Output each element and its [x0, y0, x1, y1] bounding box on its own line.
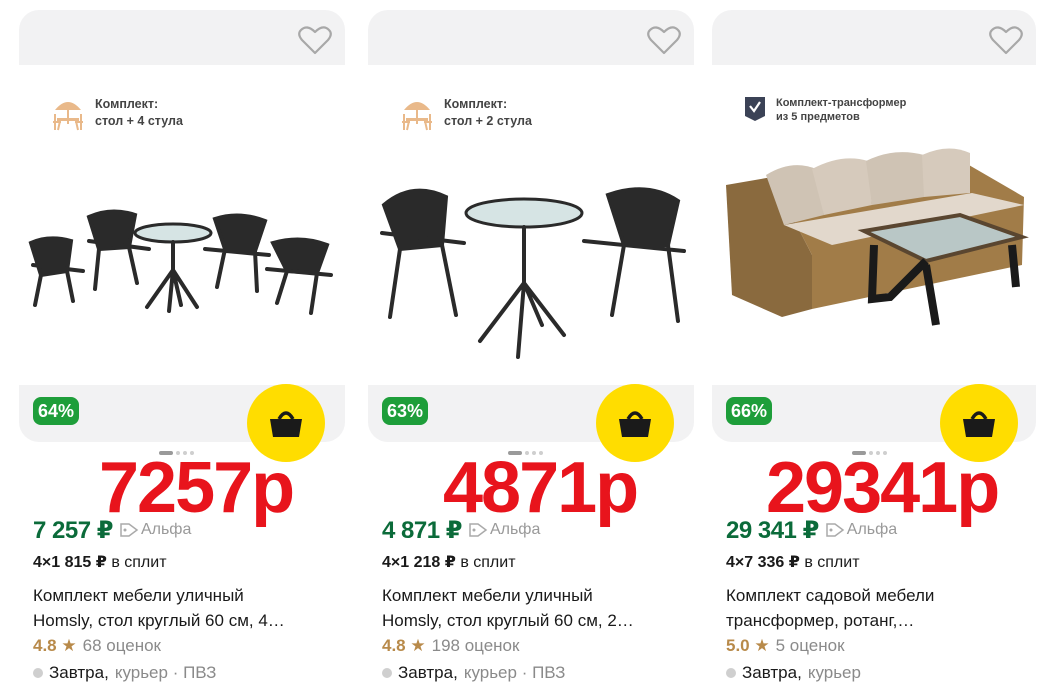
discount-badge: 66%: [726, 397, 773, 425]
product-title[interactable]: Комплект мебели уличный Homsly, стол кру…: [33, 583, 333, 633]
product-card[interactable]: Комплект-трансформер из 5 предметов 66% …: [712, 10, 1038, 690]
promo-label: Комплект: стол + 2 стула: [400, 96, 532, 137]
alfa-badge: Альфа: [825, 521, 897, 539]
favorite-button[interactable]: [988, 22, 1024, 58]
basket-icon: [270, 411, 302, 437]
review-count[interactable]: 198 оценок: [432, 636, 520, 656]
promo-text: Комплект-трансформер из 5 предметов: [776, 97, 907, 123]
delivery-method: курьер · ПВЗ: [463, 663, 566, 682]
rating-score: 4.8 ★: [382, 636, 426, 655]
split-label: в сплит: [111, 554, 167, 571]
split-amount: 4×1 218 ₽: [382, 554, 456, 571]
review-count[interactable]: 5 оценок: [776, 636, 845, 656]
table-set-icon: [400, 96, 434, 137]
split-amount: 4×1 815 ₽: [33, 554, 107, 571]
delivery-dot-icon: [726, 668, 736, 678]
discount-badge: 64%: [33, 397, 80, 425]
favorite-button[interactable]: [297, 22, 333, 58]
rating: 5.0 ★ 5 оценок: [726, 636, 845, 656]
split-payment: 4×1 815 ₽ в сплит: [33, 552, 167, 572]
delivery-day: Завтра,: [742, 663, 802, 682]
product-title[interactable]: Комплект садовой мебели трансформер, рот…: [726, 583, 1026, 633]
delivery-info: Завтра, курьер: [726, 663, 861, 683]
product-grid: Комплект: стол + 4 стула 64% 7257р 7 257…: [0, 0, 1050, 691]
favorite-button[interactable]: [646, 22, 682, 58]
rating: 4.8 ★ 198 оценок: [382, 636, 519, 656]
star-icon: ★: [754, 636, 770, 655]
alfa-label: Альфа: [489, 521, 541, 538]
basket-icon: [619, 411, 651, 437]
basket-icon: [963, 411, 995, 437]
price-row: 7 257 ₽ Альфа: [33, 516, 191, 545]
alfa-label: Альфа: [140, 521, 192, 538]
checkmark-shield-icon: [744, 96, 766, 127]
promo-text: Комплект: стол + 2 стула: [444, 97, 532, 128]
price: 4 871 ₽: [382, 517, 462, 544]
promo-text: Комплект: стол + 4 стула: [95, 97, 183, 128]
rating-score: 4.8 ★: [33, 636, 77, 655]
heart-icon: [298, 26, 332, 55]
promo-label: Комплект-трансформер из 5 предметов: [744, 96, 906, 127]
heart-icon: [989, 26, 1023, 55]
heart-icon: [647, 26, 681, 55]
rating: 4.8 ★ 68 оценок: [33, 636, 161, 656]
delivery-info: Завтра, курьер · ПВЗ: [33, 663, 216, 683]
price: 7 257 ₽: [33, 517, 113, 544]
alfa-tag-icon: [120, 523, 139, 537]
table-set-icon: [51, 96, 85, 137]
alfa-badge: Альфа: [119, 521, 191, 539]
delivery-dot-icon: [33, 668, 43, 678]
product-title[interactable]: Комплект мебели уличный Homsly, стол кру…: [382, 583, 682, 633]
alfa-label: Альфа: [846, 521, 898, 538]
alfa-tag-icon: [826, 523, 845, 537]
delivery-dot-icon: [382, 668, 392, 678]
delivery-day: Завтра,: [398, 663, 458, 682]
product-photo[interactable]: Комплект: стол + 4 стула 64%: [19, 10, 345, 442]
product-card[interactable]: Комплект: стол + 4 стула 64% 7257р 7 257…: [19, 10, 345, 690]
rating-score: 5.0 ★: [726, 636, 770, 655]
star-icon: ★: [410, 636, 426, 655]
split-payment: 4×1 218 ₽ в сплит: [382, 552, 516, 572]
product-photo[interactable]: Комплект: стол + 2 стула 63%: [368, 10, 694, 442]
star-icon: ★: [61, 636, 77, 655]
price: 29 341 ₽: [726, 517, 819, 544]
alfa-tag-icon: [469, 523, 488, 537]
discount-badge: 63%: [382, 397, 429, 425]
split-label: в сплит: [460, 554, 516, 571]
delivery-method: курьер: [807, 663, 861, 682]
product-card[interactable]: Комплект: стол + 2 стула 63% 4871р 4 871…: [368, 10, 694, 690]
delivery-day: Завтра,: [49, 663, 109, 682]
price-row: 29 341 ₽ Альфа: [726, 516, 897, 545]
alfa-badge: Альфа: [468, 521, 540, 539]
delivery-method: курьер · ПВЗ: [114, 663, 217, 682]
split-payment: 4×7 336 ₽ в сплит: [726, 552, 860, 572]
split-amount: 4×7 336 ₽: [726, 554, 800, 571]
review-count[interactable]: 68 оценок: [83, 636, 161, 656]
promo-label: Комплект: стол + 4 стула: [51, 96, 183, 137]
delivery-info: Завтра, курьер · ПВЗ: [382, 663, 565, 683]
split-label: в сплит: [804, 554, 860, 571]
product-photo[interactable]: Комплект-трансформер из 5 предметов 66%: [712, 10, 1036, 442]
price-row: 4 871 ₽ Альфа: [382, 516, 540, 545]
